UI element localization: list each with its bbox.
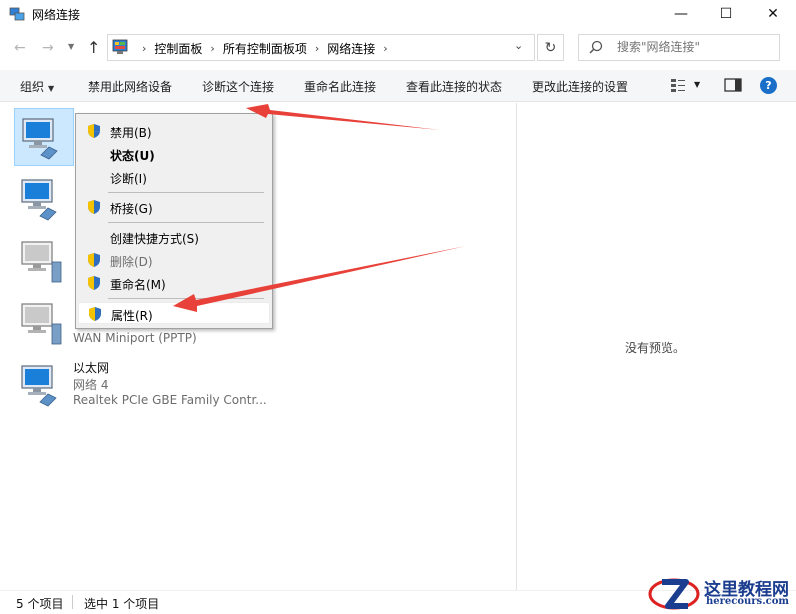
menu-item-label: 属性(R) — [111, 309, 153, 323]
disable-device-button[interactable]: 禁用此网络设备 — [88, 78, 172, 95]
menu-item-label: 禁用(B) — [110, 126, 152, 140]
search-icon — [589, 40, 603, 54]
network-adapter-icon — [22, 118, 58, 160]
back-button[interactable]: ← — [14, 40, 26, 56]
arrow-left-icon: ← — [14, 40, 26, 56]
chevron-down-icon: ⌄ — [514, 39, 524, 52]
window-title: 网络连接 — [32, 8, 81, 22]
maximize-icon: ☐ — [719, 6, 733, 22]
address-row: ← → ▼ ↑ › 控制面板 › 所有控制面板项 › 网络连接 › ⌄ ↻ — [0, 28, 796, 68]
organize-label: 组织 — [20, 80, 45, 94]
network-adapter-icon — [21, 179, 57, 221]
forward-button[interactable]: → — [42, 40, 54, 56]
uac-shield-icon — [88, 124, 100, 138]
menu-item-label: 创建快捷方式(S) — [110, 232, 199, 246]
menu-item-label: 删除(D) — [110, 255, 153, 269]
breadcrumb-chevron-icon[interactable]: › — [383, 42, 387, 55]
menu-separator — [108, 192, 264, 193]
view-status-button[interactable]: 查看此连接的状态 — [406, 78, 502, 95]
breadcrumb-network-connections[interactable]: 网络连接 — [327, 40, 375, 57]
menu-item-create-shortcut[interactable]: 创建快捷方式(S) — [78, 226, 270, 248]
menu-item-bridge[interactable]: 桥接(G) — [78, 196, 270, 218]
wan-miniport-icon — [21, 303, 62, 345]
status-divider — [72, 595, 73, 609]
list-item[interactable] — [14, 108, 74, 166]
context-menu: 禁用(B) 状态(U) 诊断(I) 桥接(G) 创建快捷方式(S) 删除(D) … — [75, 113, 273, 329]
chevron-down-icon: ▼ — [694, 80, 701, 89]
menu-item-delete[interactable]: 删除(D) — [78, 249, 270, 271]
menu-item-label: 重命名(M) — [110, 278, 166, 292]
uac-shield-icon — [88, 276, 100, 290]
watermark: 这里教程网 herecours.com — [648, 572, 796, 614]
connection-device: WAN Miniport (PPTP) — [73, 331, 197, 345]
connection-status: 网络 4 — [73, 378, 109, 392]
arrow-right-icon: → — [42, 40, 54, 56]
minimize-button[interactable]: — — [658, 0, 704, 28]
menu-separator — [108, 298, 264, 299]
list-item[interactable] — [14, 232, 74, 290]
view-options-dropdown[interactable]: ▼ — [694, 80, 700, 89]
breadcrumb-all-items[interactable]: 所有控制面板项 — [223, 40, 307, 57]
minimize-icon: — — [674, 6, 688, 22]
uac-shield-icon — [88, 200, 100, 214]
view-options-icon[interactable] — [670, 77, 686, 93]
list-item[interactable]: 以太网 网络 4 Realtek PCIe GBE Family Contr..… — [14, 356, 314, 414]
refresh-icon: ↻ — [544, 39, 557, 56]
maximize-button[interactable]: ☐ — [703, 0, 749, 28]
menu-item-diagnose[interactable]: 诊断(I) — [78, 166, 270, 188]
address-dropdown-button[interactable]: ⌄ — [514, 39, 523, 52]
breadcrumb: › 控制面板 › 所有控制面板项 › 网络连接 › — [134, 40, 396, 57]
organize-button[interactable]: 组织 ▼ — [20, 78, 54, 95]
change-settings-button[interactable]: 更改此连接的设置 — [532, 78, 628, 95]
close-button[interactable]: ✕ — [750, 0, 796, 28]
search-input[interactable] — [617, 40, 767, 54]
selected-count: 选中 1 个项目 — [84, 597, 160, 611]
preview-pane-icon[interactable] — [724, 77, 742, 93]
recent-locations-button[interactable]: ▼ — [68, 42, 74, 51]
command-bar: 组织 ▼ 禁用此网络设备 诊断这个连接 重命名此连接 查看此连接的状态 更改此连接… — [0, 70, 796, 102]
control-panel-icon — [112, 39, 128, 54]
arrow-up-icon: ↑ — [87, 38, 101, 57]
connection-name: 以太网 — [73, 361, 110, 375]
rename-button[interactable]: 重命名此连接 — [304, 78, 376, 95]
breadcrumb-chevron-icon[interactable]: › — [315, 42, 319, 55]
search-box[interactable] — [578, 34, 780, 61]
menu-item-status[interactable]: 状态(U) — [78, 143, 270, 165]
ethernet-adapter-icon — [21, 365, 57, 407]
no-preview-text: 没有预览。 — [625, 341, 686, 355]
address-bar[interactable]: › 控制面板 › 所有控制面板项 › 网络连接 › ⌄ — [107, 34, 535, 61]
item-count: 5 个项目 — [16, 597, 64, 611]
menu-item-properties[interactable]: 属性(R) — [78, 302, 270, 324]
chevron-down-icon: ▼ — [68, 42, 75, 51]
preview-pane: 没有预览。 — [517, 103, 796, 590]
list-item[interactable] — [14, 170, 74, 228]
uac-shield-icon — [89, 307, 101, 321]
help-icon[interactable]: ? — [760, 77, 777, 94]
breadcrumb-control-panel[interactable]: 控制面板 — [154, 40, 202, 57]
watermark-logo-icon — [648, 578, 700, 610]
menu-item-label: 诊断(I) — [110, 172, 147, 186]
uac-shield-icon — [88, 253, 100, 267]
help-glyph: ? — [765, 79, 772, 92]
menu-item-label: 状态(U) — [110, 149, 155, 163]
up-button[interactable]: ↑ — [87, 38, 100, 57]
menu-item-disable[interactable]: 禁用(B) — [78, 120, 270, 142]
close-icon: ✕ — [767, 6, 779, 22]
menu-item-label: 桥接(G) — [110, 202, 153, 216]
refresh-button[interactable]: ↻ — [537, 34, 564, 61]
network-connections-icon — [9, 7, 25, 21]
breadcrumb-chevron-icon[interactable]: › — [210, 42, 214, 55]
watermark-url: herecours.com — [706, 596, 790, 607]
wan-miniport-icon — [21, 241, 62, 283]
diagnose-button[interactable]: 诊断这个连接 — [202, 78, 274, 95]
connection-device: Realtek PCIe GBE Family Contr... — [73, 393, 267, 407]
chevron-down-icon: ▼ — [48, 84, 55, 93]
breadcrumb-chevron-icon: › — [142, 42, 147, 55]
menu-separator — [108, 222, 264, 223]
menu-item-rename[interactable]: 重命名(M) — [78, 272, 270, 294]
title-bar: 网络连接 — ☐ ✕ — [0, 0, 796, 28]
